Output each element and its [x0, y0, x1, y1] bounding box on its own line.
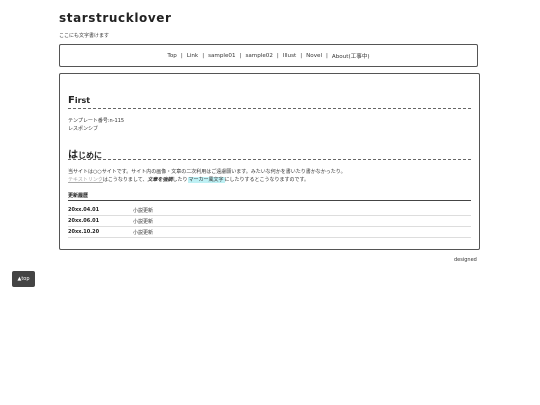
history-row: 20xx.10.20 小説更新: [68, 227, 471, 238]
nav-sample02[interactable]: sample02: [244, 53, 273, 59]
nav-novel[interactable]: Novel: [305, 53, 323, 59]
divider: [68, 200, 471, 201]
update-history-list: 20xx.04.01 小説更新 20xx.06.01 小説更新 20xx.10.…: [68, 205, 471, 238]
intro-paragraph: 当サイトは○○サイトです。サイト内の画像・文章の二次利用はご遠慮願います。みたい…: [68, 168, 468, 184]
nav-separator: |: [326, 52, 328, 59]
nav-illust[interactable]: Illust: [282, 53, 297, 59]
divider: [68, 159, 471, 160]
heading-rest: irst: [74, 96, 91, 105]
divider: [68, 108, 471, 109]
history-date: 20xx.06.01: [68, 218, 100, 224]
heading-initial: F: [68, 95, 75, 106]
nav-separator: |: [202, 52, 205, 59]
site-tagline: ここにも文字書けます: [59, 33, 110, 39]
nav-link[interactable]: Link: [186, 53, 199, 59]
intro-line-1: 当サイトは○○サイトです。サイト内の画像・文章の二次利用はご遠慮願います。みたい…: [68, 169, 346, 175]
nav-top[interactable]: Top: [166, 53, 177, 59]
template-info: テンプレート番号:n-115 レスポンシブ: [68, 118, 124, 133]
nav-sample01[interactable]: sample01: [207, 53, 236, 59]
main-content: First テンプレート番号:n-115 レスポンシブ はじめに 当サイトは○○…: [59, 73, 480, 250]
history-date: 20xx.04.01: [68, 207, 100, 213]
section-heading-first: First: [68, 95, 90, 106]
update-history-heading: 更新履歴: [68, 193, 89, 199]
sample-text-link[interactable]: テキストリンク: [68, 177, 103, 183]
nav-separator: |: [300, 52, 303, 59]
nav-separator: |: [239, 52, 242, 59]
responsive-label: レスポンシブ: [68, 125, 99, 132]
history-event: 小説更新: [133, 218, 154, 225]
history-event: 小説更新: [133, 207, 154, 214]
intro-text-segment: したり: [172, 177, 188, 183]
designed-credit[interactable]: designed: [454, 257, 477, 263]
history-date: 20xx.10.20: [68, 229, 100, 235]
nav-about[interactable]: About(工事中): [331, 52, 371, 60]
nav-separator: |: [180, 52, 183, 59]
history-event: 小説更新: [133, 229, 154, 236]
intro-text-segment: はこうなりまして、: [102, 177, 148, 183]
nav-separator: |: [276, 52, 279, 59]
template-number: テンプレート番号:n-115: [68, 118, 125, 124]
history-row: 20xx.06.01 小説更新: [68, 216, 471, 227]
site-title[interactable]: starstrucklover: [59, 11, 172, 25]
marker-text: マーカー風文字: [187, 177, 225, 183]
emphasis-text: 文章を強調: [147, 177, 173, 183]
intro-text-segment: にしたりするとこうなりますのです。: [224, 177, 310, 183]
intro-line-2: テキストリンクはこうなりまして、文章を強調したりマーカー風文字にしたりするとこう…: [68, 176, 468, 184]
global-nav: Top | Link | sample01 | sample02 | Illus…: [59, 44, 478, 67]
back-to-top-button[interactable]: ▲top: [12, 271, 35, 287]
history-row: 20xx.04.01 小説更新: [68, 205, 471, 216]
